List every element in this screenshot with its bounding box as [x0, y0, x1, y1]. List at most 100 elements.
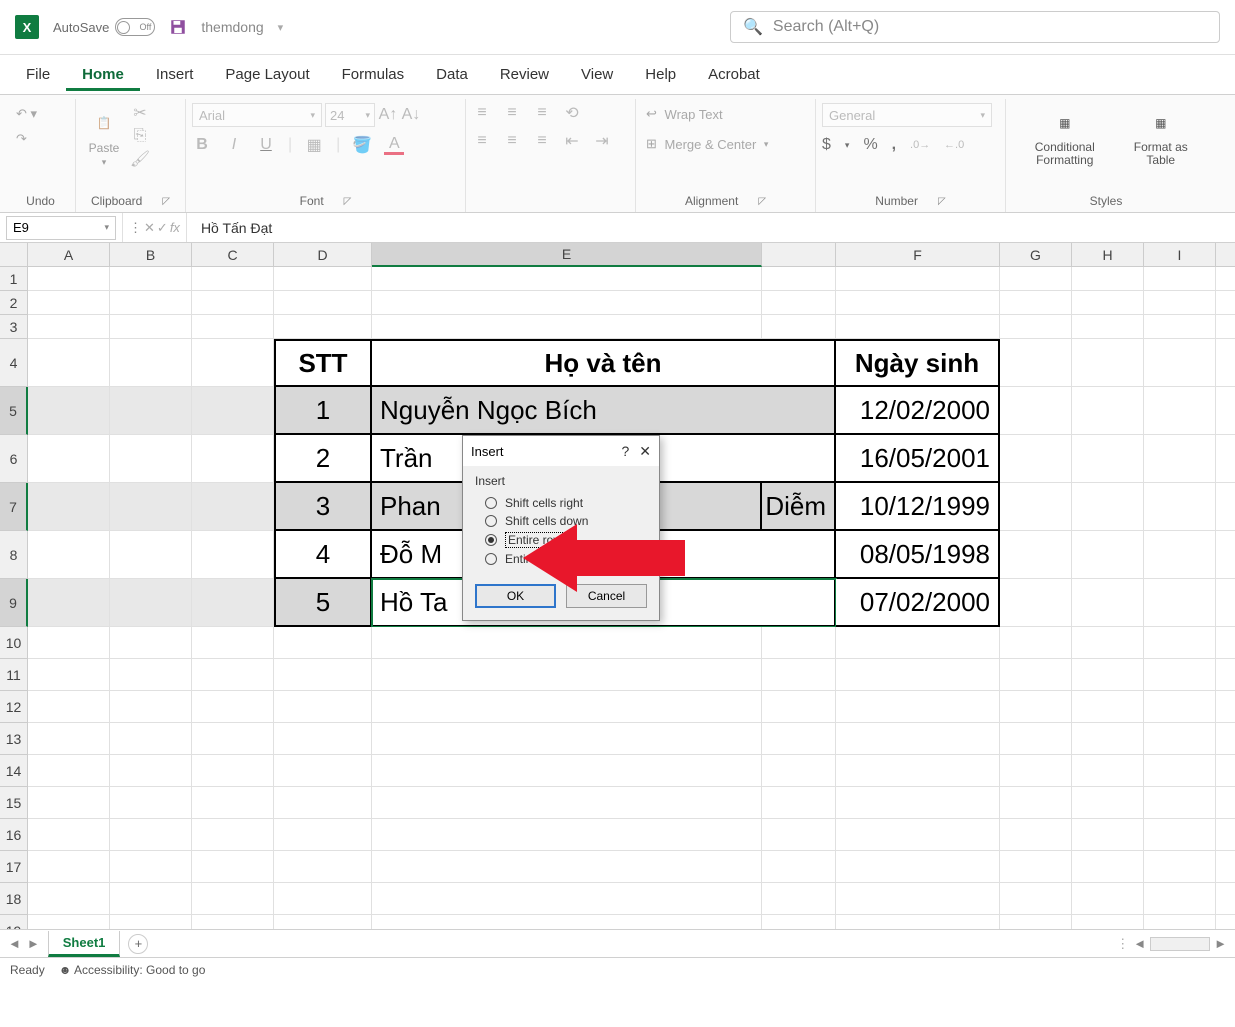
- scroll-right-icon[interactable]: ►: [1214, 936, 1227, 951]
- undo-button[interactable]: ↶ ▾: [12, 103, 41, 125]
- col-header[interactable]: D: [274, 243, 372, 267]
- scroll-left-icon[interactable]: ◄: [1133, 936, 1146, 951]
- redo-button[interactable]: ↷: [12, 128, 31, 150]
- conditional-formatting-button[interactable]: ▦ Conditional Formatting: [1012, 103, 1118, 171]
- cancel-formula-icon[interactable]: ✕: [144, 220, 155, 236]
- enter-formula-icon[interactable]: ✓: [157, 220, 168, 236]
- alignment-launcher-icon[interactable]: ◸: [758, 196, 766, 207]
- decrease-font-icon[interactable]: A↓: [401, 105, 421, 125]
- row-header[interactable]: 6: [0, 435, 28, 483]
- align-top-icon[interactable]: ≡: [472, 103, 492, 123]
- inc-decimal-icon[interactable]: .0→: [910, 135, 930, 155]
- col-header[interactable]: E: [372, 243, 762, 267]
- paste-button[interactable]: 📋 Paste▾: [82, 103, 126, 172]
- underline-button[interactable]: U: [256, 135, 276, 155]
- row-header[interactable]: 13: [0, 723, 28, 755]
- tab-help[interactable]: Help: [629, 58, 692, 91]
- tab-home[interactable]: Home: [66, 58, 140, 91]
- formula-text[interactable]: Hồ Tấn Đạt: [187, 220, 286, 236]
- number-launcher-icon[interactable]: ◸: [938, 196, 946, 207]
- align-middle-icon[interactable]: ≡: [502, 103, 522, 123]
- currency-button[interactable]: $: [822, 136, 831, 154]
- radio-shift-right[interactable]: Shift cells right: [475, 494, 647, 512]
- row-header[interactable]: 14: [0, 755, 28, 787]
- align-right-icon[interactable]: ≡: [532, 131, 552, 151]
- toggle-switch[interactable]: Off: [115, 18, 155, 36]
- font-color-icon[interactable]: A: [384, 135, 404, 155]
- select-all-corner[interactable]: [0, 243, 28, 267]
- table-cell[interactable]: 5: [274, 579, 372, 627]
- save-icon[interactable]: [169, 18, 187, 36]
- row-header[interactable]: 17: [0, 851, 28, 883]
- add-sheet-button[interactable]: +: [128, 934, 148, 954]
- row-header[interactable]: 2: [0, 291, 28, 315]
- col-header[interactable]: I: [1144, 243, 1216, 267]
- table-cell[interactable]: Diễm: [762, 483, 836, 531]
- increase-font-icon[interactable]: A↑: [378, 105, 398, 125]
- col-header[interactable]: [1216, 243, 1235, 267]
- table-cell[interactable]: 3: [274, 483, 372, 531]
- table-cell[interactable]: 12/02/2000: [836, 387, 1000, 435]
- row-header[interactable]: 1: [0, 267, 28, 291]
- table-header-dob[interactable]: Ngày sinh: [836, 339, 1000, 387]
- number-format-select[interactable]: General▾: [822, 103, 992, 127]
- copy-icon[interactable]: ⎘: [130, 126, 150, 146]
- table-cell[interactable]: 07/02/2000: [836, 579, 1000, 627]
- accessibility-status[interactable]: ☻ Accessibility: Good to go: [59, 963, 206, 977]
- font-select[interactable]: Arial▾: [192, 103, 322, 127]
- table-cell[interactable]: 1: [274, 387, 372, 435]
- dialog-titlebar[interactable]: Insert ? ✕: [463, 436, 659, 466]
- table-cell[interactable]: 16/05/2001: [836, 435, 1000, 483]
- align-bottom-icon[interactable]: ≡: [532, 103, 552, 123]
- align-center-icon[interactable]: ≡: [502, 131, 522, 151]
- clipboard-launcher-icon[interactable]: ◸: [162, 196, 170, 207]
- orientation-icon[interactable]: ⟲: [562, 103, 582, 123]
- table-cell[interactable]: 10/12/1999: [836, 483, 1000, 531]
- row-header[interactable]: 16: [0, 819, 28, 851]
- table-cell[interactable]: 2: [274, 435, 372, 483]
- search-box[interactable]: 🔍 Search (Alt+Q): [730, 11, 1220, 43]
- dialog-help-icon[interactable]: ?: [621, 443, 629, 460]
- row-header[interactable]: 3: [0, 315, 28, 339]
- name-box[interactable]: E9▾: [6, 216, 116, 240]
- percent-button[interactable]: %: [863, 136, 877, 154]
- align-left-icon[interactable]: ≡: [472, 131, 492, 151]
- font-size-select[interactable]: 24▾: [325, 103, 375, 127]
- scroll-options-icon[interactable]: ⋮: [1116, 936, 1129, 952]
- merge-center-button[interactable]: ⊞ Merge & Center ▾: [642, 133, 772, 155]
- table-cell[interactable]: Nguyễn Ngọc Bích: [372, 387, 836, 435]
- format-as-table-button[interactable]: ▦ Format as Table: [1122, 103, 1200, 171]
- sheet-next-icon[interactable]: ►: [27, 936, 40, 951]
- table-cell[interactable]: 4: [274, 531, 372, 579]
- dec-decimal-icon[interactable]: ←.0: [944, 135, 964, 155]
- sheet-tab[interactable]: Sheet1: [48, 931, 121, 957]
- tab-file[interactable]: File: [10, 58, 66, 91]
- table-cell[interactable]: 08/05/1998: [836, 531, 1000, 579]
- col-header[interactable]: H: [1072, 243, 1144, 267]
- horizontal-scrollbar[interactable]: [1150, 937, 1210, 951]
- row-header[interactable]: 15: [0, 787, 28, 819]
- document-name[interactable]: themdong: [201, 19, 263, 35]
- row-header[interactable]: 9: [0, 579, 28, 627]
- tab-insert[interactable]: Insert: [140, 58, 210, 91]
- row-header[interactable]: 10: [0, 627, 28, 659]
- row-header[interactable]: 12: [0, 691, 28, 723]
- border-icon[interactable]: ▦: [304, 135, 324, 155]
- autosave-toggle[interactable]: AutoSave Off: [53, 18, 155, 36]
- cut-icon[interactable]: ✂: [130, 103, 150, 123]
- row-header[interactable]: 19: [0, 915, 28, 929]
- tab-view[interactable]: View: [565, 58, 629, 91]
- row-header[interactable]: 7: [0, 483, 28, 531]
- col-header[interactable]: F: [836, 243, 1000, 267]
- fill-color-icon[interactable]: 🪣: [352, 135, 372, 155]
- tab-page-layout[interactable]: Page Layout: [209, 58, 325, 91]
- col-header[interactable]: C: [192, 243, 274, 267]
- fx-icon[interactable]: fx: [170, 220, 180, 235]
- col-header[interactable]: B: [110, 243, 192, 267]
- italic-button[interactable]: I: [224, 135, 244, 155]
- table-header-stt[interactable]: STT: [274, 339, 372, 387]
- row-header[interactable]: 18: [0, 883, 28, 915]
- indent-inc-icon[interactable]: ⇥: [592, 131, 612, 151]
- wrap-text-button[interactable]: ↩ Wrap Text: [642, 103, 727, 125]
- sheet-prev-icon[interactable]: ◄: [8, 936, 21, 951]
